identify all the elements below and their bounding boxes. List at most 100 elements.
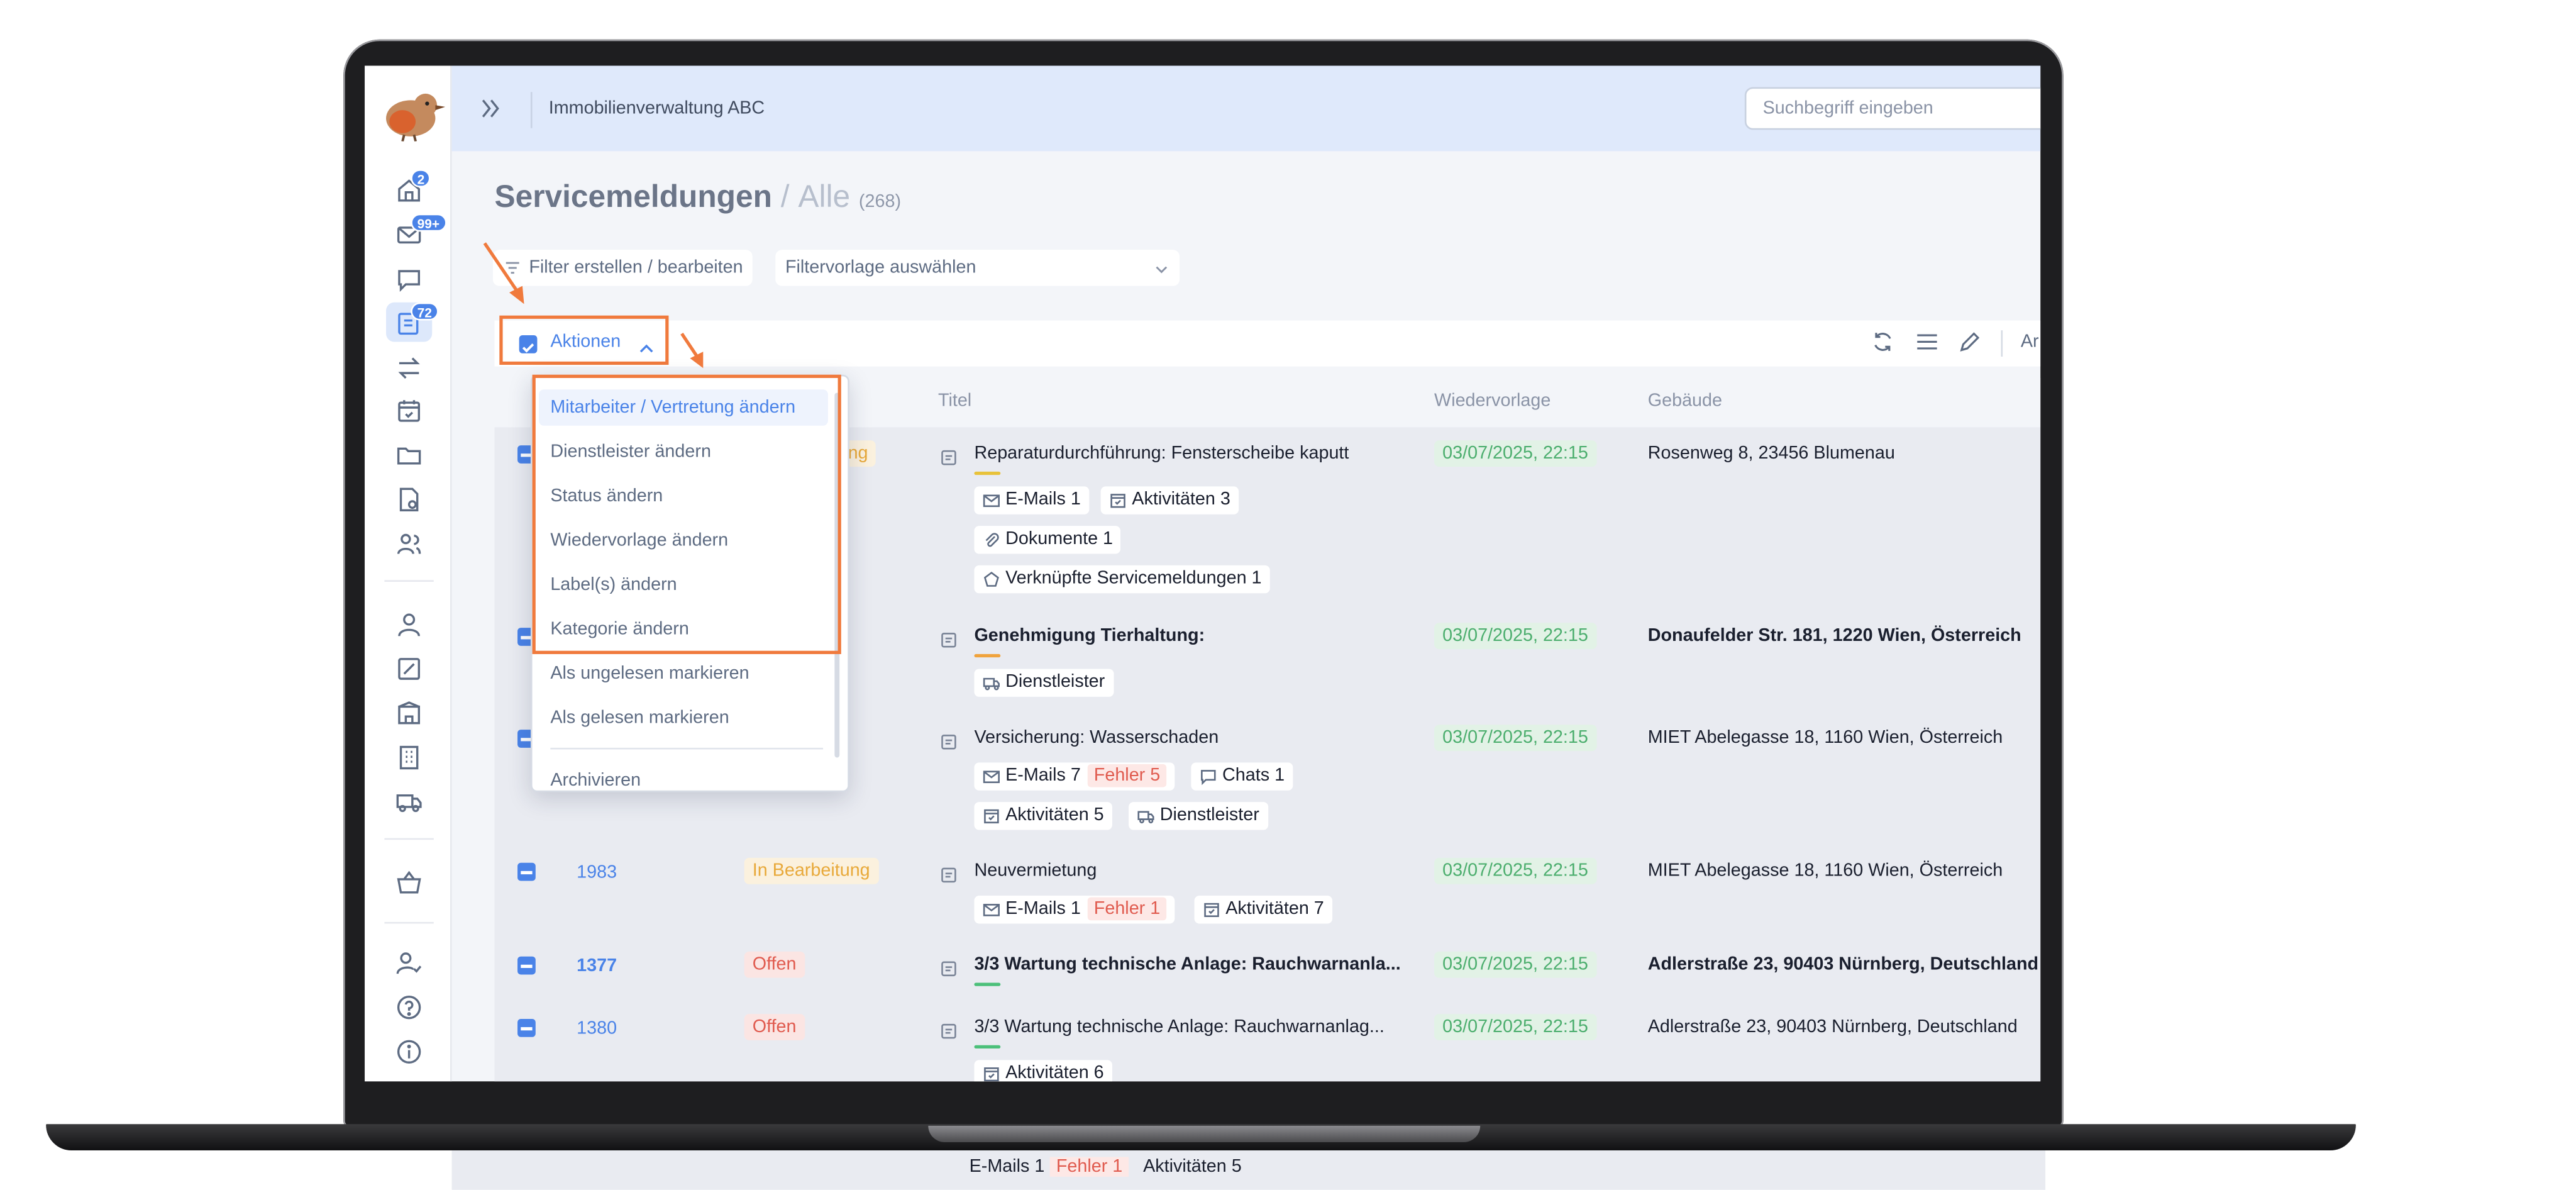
refresh-icon[interactable]	[1871, 330, 1894, 353]
status-badge: Offen	[744, 1014, 805, 1040]
toolbar-truncated-button[interactable]: Ar	[2021, 332, 2039, 352]
documents-chip[interactable]: Dokumente 1	[974, 526, 1122, 554]
chevron-down-icon	[1155, 261, 1168, 274]
table-toolbar	[494, 320, 2041, 367]
help-icon[interactable]	[396, 994, 423, 1021]
page-title: Servicemeldungen / Alle (268)	[494, 181, 902, 216]
ticket-icon	[940, 957, 958, 977]
transfer-icon[interactable]	[396, 355, 423, 381]
row-checkbox[interactable]	[517, 862, 536, 881]
toolbar-divider	[2001, 330, 2003, 357]
menu-item-mark-unread[interactable]: Als ungelesen markieren	[550, 664, 749, 684]
row-title[interactable]: Genehmigung Tierhaltung:	[974, 626, 1205, 646]
annotation-arrow-icon	[680, 332, 704, 369]
users-icon[interactable]	[396, 531, 423, 557]
edit-filter-label: Filter erstellen / bearbeiten	[529, 258, 743, 278]
user-check-icon[interactable]	[396, 950, 423, 976]
emails-chip[interactable]: E-Mails 1 Fehler 1	[974, 896, 1175, 924]
provider-chip[interactable]: Dienstleister	[974, 669, 1114, 697]
calendar-icon[interactable]	[396, 398, 423, 424]
row-title[interactable]: Versicherung: Wasserschaden	[974, 728, 1219, 748]
calendar-icon	[1203, 901, 1221, 919]
row-title[interactable]: Neuvermietung	[974, 861, 1097, 881]
ticket-icon	[940, 863, 958, 883]
priority-bar	[974, 982, 1001, 986]
organization-name[interactable]: Immobilienverwaltung ABC	[549, 99, 765, 118]
building-address[interactable]: MIET Abelegasse 18, 1160 Wien, Österreic…	[1648, 861, 2003, 881]
truck-icon[interactable]	[396, 789, 423, 815]
row-title[interactable]: 3/3 Wartung technische Anlage: Rauchwarn…	[974, 955, 1400, 974]
followup-date: 03/07/2025, 22:15	[1434, 951, 1596, 978]
provider-chip[interactable]: Dienstleister	[1129, 802, 1268, 830]
document-settings-icon[interactable]	[396, 486, 423, 513]
expand-sidebar-icon[interactable]	[480, 97, 503, 120]
list-view-icon[interactable]	[1916, 330, 1939, 353]
topbar-divider	[530, 92, 533, 128]
info-icon[interactable]	[396, 1038, 423, 1065]
priority-bar	[974, 653, 1001, 658]
building-address[interactable]: Adlerstraße 23, 90403 Nürnberg, Deutschl…	[1648, 955, 2038, 974]
mail-icon	[983, 767, 1001, 786]
building-address[interactable]: MIET Abelegasse 18, 1160 Wien, Österreic…	[1648, 728, 2003, 748]
search-input[interactable]: Suchbegriff eingeben	[1744, 87, 2041, 130]
row-title[interactable]: 3/3 Wartung technische Anlage: Rauchwarn…	[974, 1017, 1384, 1037]
activities-chip[interactable]: Aktivitäten 6	[974, 1060, 1112, 1082]
followup-date: 03/07/2025, 22:15	[1434, 725, 1596, 752]
activities-chip[interactable]: Aktivitäten 5	[974, 802, 1112, 830]
linked-tickets-chip[interactable]: Verknüpfte Servicemeldungen 1	[974, 565, 1270, 594]
priority-bar	[974, 1045, 1001, 1049]
ticket-id-link[interactable]: 1380	[577, 1019, 617, 1038]
building-address[interactable]: Adlerstraße 23, 90403 Nürnberg, Deutschl…	[1648, 1017, 2018, 1037]
top-bar: Immobilienverwaltung ABC Suchbegriff ein…	[451, 65, 2041, 152]
followup-date: 03/07/2025, 22:15	[1434, 1014, 1596, 1040]
house-icon[interactable]	[396, 700, 423, 726]
actions-button[interactable]: Aktionen	[499, 315, 669, 365]
edit-square-icon[interactable]	[396, 656, 423, 682]
table-overflow	[451, 1150, 2046, 1190]
basket-icon[interactable]	[396, 869, 423, 896]
emails-chip[interactable]: E-Mails 7 Fehler 5	[974, 762, 1175, 791]
person-icon[interactable]	[396, 611, 423, 638]
overflow-row-chips: E-Mails 1 Fehler 1 Aktivitäten 5	[969, 1157, 1242, 1177]
actions-label: Aktionen	[550, 331, 621, 352]
ticket-id-link[interactable]: 1377	[577, 957, 617, 976]
chats-chip[interactable]: Chats 1	[1191, 762, 1293, 791]
ticket-icon	[940, 1019, 958, 1039]
calendar-icon	[1109, 491, 1127, 509]
folder-icon[interactable]	[396, 442, 423, 469]
chat-icon	[1199, 767, 1217, 786]
sidebar-divider	[384, 580, 434, 582]
robin-logo-icon[interactable]	[375, 82, 447, 142]
mail-icon	[983, 901, 1001, 919]
row-checkbox[interactable]	[517, 956, 536, 975]
truck-icon	[1137, 807, 1155, 825]
ticket-id-link[interactable]: 1983	[577, 863, 617, 882]
column-header-title[interactable]: Titel	[938, 391, 971, 411]
laptop-hinge	[928, 1125, 1481, 1142]
building-icon[interactable]	[396, 745, 423, 771]
ticket-icon	[940, 445, 958, 465]
column-header-building[interactable]: Gebäude	[1648, 391, 1722, 411]
sidebar-divider	[384, 838, 434, 840]
menu-item-mark-read[interactable]: Als gelesen markieren	[550, 708, 729, 728]
building-address[interactable]: Donaufelder Str. 181, 1220 Wien, Österre…	[1648, 626, 2021, 646]
mail-badge: 99+	[411, 213, 446, 232]
chat-icon[interactable]	[396, 266, 423, 292]
select-all-checkbox[interactable]	[519, 335, 538, 353]
followup-date: 03/07/2025, 22:15	[1434, 623, 1596, 650]
emails-chip[interactable]: E-Mails 1	[974, 486, 1089, 514]
building-address[interactable]: Rosenweg 8, 23456 Blumenau	[1648, 443, 1895, 463]
column-header-followup[interactable]: Wiedervorlage	[1434, 391, 1551, 411]
row-checkbox[interactable]	[517, 1018, 536, 1037]
linked-icon	[983, 570, 1001, 589]
calendar-icon	[983, 807, 1001, 825]
menu-item-archive[interactable]: Archivieren	[550, 770, 641, 790]
status-badge: In Bearbeitung	[744, 857, 878, 884]
filter-template-select[interactable]: Filtervorlage auswählen	[775, 250, 1180, 286]
sidebar: 2 99+ 72	[365, 65, 452, 1082]
activities-chip[interactable]: Aktivitäten 7	[1194, 896, 1332, 924]
pencil-icon[interactable]	[1959, 330, 1982, 353]
row-title[interactable]: Reparaturdurchführung: Fensterscheibe ka…	[974, 443, 1349, 463]
activities-chip[interactable]: Aktivitäten 3	[1100, 486, 1239, 514]
sidebar-divider	[384, 921, 434, 924]
